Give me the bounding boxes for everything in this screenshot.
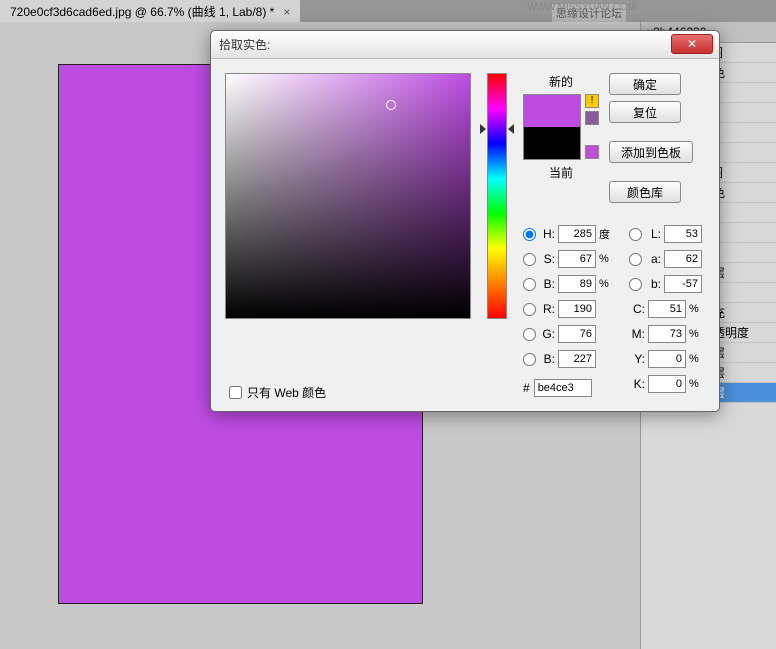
- document-tab-bar: 720e0cf3d6cad6ed.jpg @ 66.7% (曲线 1, Lab/…: [0, 0, 776, 22]
- hex-label: #: [523, 381, 530, 395]
- input-a[interactable]: [664, 250, 702, 268]
- radio-g[interactable]: [523, 328, 536, 341]
- close-icon: ✕: [687, 37, 697, 51]
- input-l[interactable]: [664, 225, 702, 243]
- input-bv[interactable]: [558, 275, 596, 293]
- document-tab-title: 720e0cf3d6cad6ed.jpg @ 66.7% (曲线 1, Lab/…: [10, 5, 274, 19]
- input-y[interactable]: [648, 350, 686, 368]
- hue-handle-right-icon: [508, 124, 514, 134]
- input-lab-b[interactable]: [664, 275, 702, 293]
- dialog-titlebar[interactable]: 拾取实色: ✕: [211, 31, 719, 59]
- close-icon[interactable]: ×: [283, 5, 290, 19]
- radio-h[interactable]: [523, 228, 536, 241]
- current-color-swatch: [524, 127, 580, 159]
- color-picker-dialog: 拾取实色: ✕ 新的: [210, 30, 720, 412]
- ok-button[interactable]: 确定: [609, 73, 681, 95]
- radio-s[interactable]: [523, 253, 536, 266]
- saturation-value-picker[interactable]: [225, 73, 471, 319]
- input-c[interactable]: [648, 300, 686, 318]
- input-m[interactable]: [648, 325, 686, 343]
- input-g[interactable]: [558, 325, 596, 343]
- input-k[interactable]: [648, 375, 686, 393]
- radio-b[interactable]: [523, 353, 536, 366]
- radio-r[interactable]: [523, 303, 536, 316]
- add-swatch-button[interactable]: 添加到色板: [609, 141, 693, 163]
- hue-slider[interactable]: [487, 73, 507, 319]
- warning-icon[interactable]: !: [585, 94, 599, 108]
- color-libraries-button[interactable]: 颜色库: [609, 181, 681, 203]
- document-tab[interactable]: 720e0cf3d6cad6ed.jpg @ 66.7% (曲线 1, Lab/…: [0, 0, 300, 23]
- sv-cursor: [386, 100, 396, 110]
- dialog-title: 拾取实色:: [219, 36, 270, 53]
- input-b[interactable]: [558, 350, 596, 368]
- reset-button[interactable]: 复位: [609, 101, 681, 123]
- input-hex[interactable]: [534, 379, 592, 397]
- radio-lab-b[interactable]: [629, 278, 642, 291]
- web-only-checkbox-label[interactable]: 只有 Web 颜色: [229, 384, 326, 401]
- input-s[interactable]: [558, 250, 596, 268]
- websafe-swatch[interactable]: [585, 145, 599, 159]
- gamut-swatch[interactable]: [585, 111, 599, 125]
- new-color-swatch: [524, 95, 580, 127]
- watermark-text: WWW.MISSYUAN.COM: [527, 2, 636, 13]
- new-label: 新的: [549, 73, 573, 90]
- hue-handle-left-icon: [480, 124, 486, 134]
- input-h[interactable]: [558, 225, 596, 243]
- radio-a[interactable]: [629, 253, 642, 266]
- radio-l[interactable]: [629, 228, 642, 241]
- input-r[interactable]: [558, 300, 596, 318]
- web-only-checkbox[interactable]: [229, 386, 242, 399]
- color-preview: [523, 94, 581, 160]
- radio-bv[interactable]: [523, 278, 536, 291]
- close-button[interactable]: ✕: [671, 34, 713, 54]
- current-label: 当前: [549, 164, 573, 181]
